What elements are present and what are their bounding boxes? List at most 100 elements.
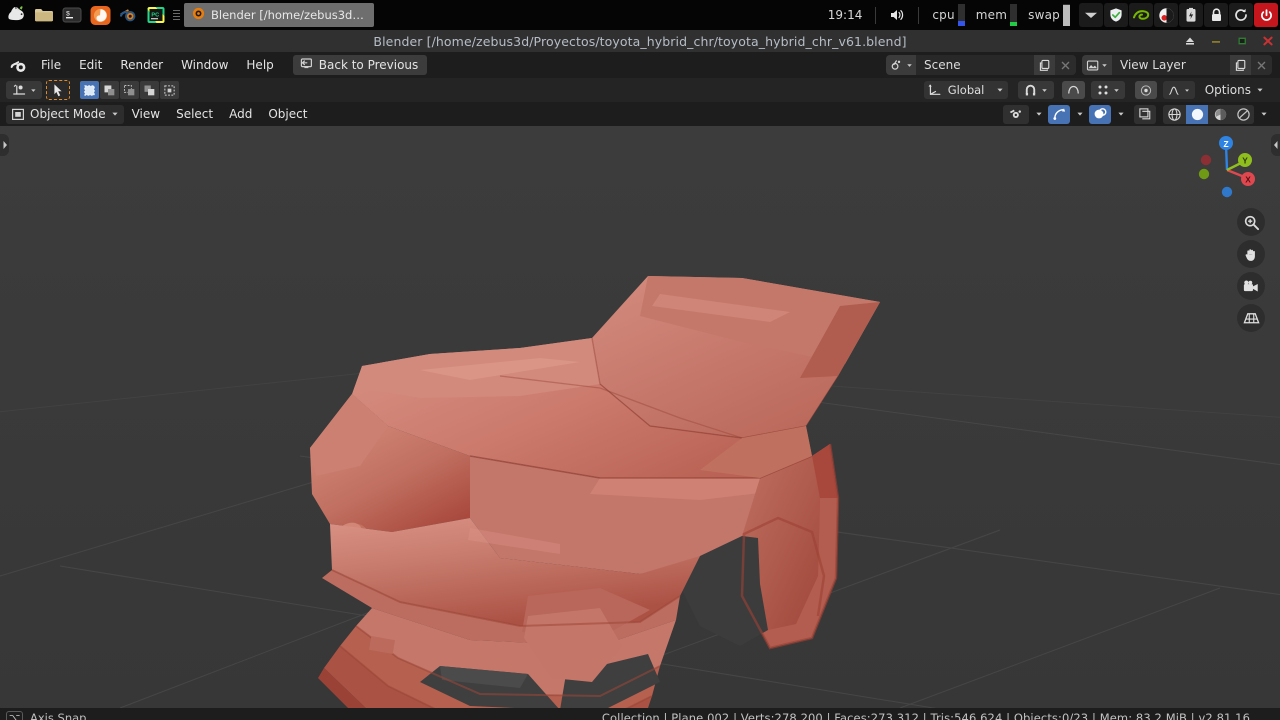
svg-text:$: $ <box>66 11 70 18</box>
viewport-menu-view[interactable]: View <box>124 105 168 123</box>
tool-tweak-select[interactable] <box>46 80 70 100</box>
proportional-edit-toggle[interactable] <box>1061 81 1085 99</box>
clock[interactable]: 19:14 <box>818 8 873 22</box>
rabbit-launcher-icon[interactable] <box>3 2 29 28</box>
shading-material-preview-button[interactable] <box>1209 104 1231 124</box>
select-mode-intersect[interactable] <box>160 81 179 99</box>
view-layer-datablock: View Layer <box>1082 55 1272 75</box>
hand-icon[interactable] <box>1237 240 1265 268</box>
select-mode-set[interactable] <box>80 81 99 99</box>
toggle-xray-button[interactable] <box>1134 104 1156 124</box>
show-gizmo-toggle[interactable] <box>1048 104 1070 124</box>
workspace-back-icon <box>299 57 313 73</box>
sync-icon[interactable] <box>1229 3 1253 27</box>
shading-rendered-button[interactable] <box>1232 104 1254 124</box>
scene-name-field[interactable]: Scene <box>916 55 1034 75</box>
cpu-monitor-bar <box>957 4 965 26</box>
viewport-menu-object[interactable]: Object <box>260 105 315 123</box>
shading-solid-button[interactable] <box>1186 104 1208 124</box>
transform-pivot-dropdown[interactable] <box>6 81 42 99</box>
key-hint-label: Axis Snap <box>30 711 87 720</box>
swap-monitor[interactable]: swap <box>1018 0 1071 30</box>
back-to-previous-button[interactable]: Back to Previous <box>292 55 428 75</box>
divider <box>875 6 877 24</box>
window-title: Blender [/home/zebus3d/Proyectos/toyota_… <box>373 33 907 49</box>
terminal-icon[interactable]: $ <box>59 2 85 28</box>
firefox-icon[interactable] <box>87 2 113 28</box>
shade-button[interactable] <box>1184 35 1196 47</box>
screen: $ PC Blender [/home/zebus3d/P 19:14 cpu … <box>0 0 1280 720</box>
visibility-chevron-icon[interactable] <box>1032 105 1045 124</box>
viewport-menu-add[interactable]: Add <box>221 105 260 123</box>
viewport-header-right <box>1003 104 1274 124</box>
blender-logo-icon[interactable] <box>6 54 32 76</box>
sidebar-expand-arrow[interactable] <box>1271 134 1280 156</box>
new-scene-button[interactable] <box>1034 55 1055 75</box>
menu-edit[interactable]: Edit <box>70 55 111 75</box>
perspective-grid-icon[interactable] <box>1237 304 1265 332</box>
scene-datablocks: Scene View Layer <box>886 55 1274 75</box>
taskbar-drag-handle[interactable] <box>172 0 181 30</box>
snap-to-dropdown[interactable] <box>1090 81 1125 99</box>
new-view-layer-button[interactable] <box>1230 55 1251 75</box>
battery-icon[interactable] <box>1179 3 1203 27</box>
shading-mode-group <box>1163 104 1254 124</box>
tray-icons <box>1071 3 1278 27</box>
scene-icon[interactable] <box>886 55 916 75</box>
viewport-menu-select[interactable]: Select <box>168 105 221 123</box>
menu-window[interactable]: Window <box>172 55 237 75</box>
view-layer-icon[interactable] <box>1082 55 1112 75</box>
toolbar-expand-arrow[interactable] <box>0 134 9 156</box>
proportional-falloff-dropdown[interactable] <box>1162 81 1195 99</box>
camera-icon[interactable] <box>1237 272 1265 300</box>
blender-titlebar: Blender [/home/zebus3d/Proyectos/toyota_… <box>0 30 1280 52</box>
viewport-grid <box>0 126 1280 708</box>
transform-orientation-dropdown[interactable]: Global <box>923 81 1008 99</box>
view-layer-name-field[interactable]: View Layer <box>1112 55 1230 75</box>
blender-icon[interactable] <box>115 2 141 28</box>
wifi-icon[interactable] <box>1079 3 1103 27</box>
select-mode-invert[interactable] <box>140 81 159 99</box>
snap-magnet-toggle[interactable] <box>1017 81 1054 99</box>
file-manager-icon[interactable] <box>31 2 57 28</box>
scene-datablock: Scene <box>886 55 1076 75</box>
remove-view-layer-button[interactable] <box>1251 55 1272 75</box>
maximize-button[interactable] <box>1236 35 1248 47</box>
power-icon[interactable] <box>1254 3 1278 27</box>
gizmo-chevron-icon[interactable] <box>1073 105 1086 124</box>
swap-monitor-label: swap <box>1028 8 1060 22</box>
interaction-mode-dropdown[interactable]: Object Mode <box>6 104 124 124</box>
navigation-axis-gizmo[interactable]: Z Y X <box>1190 130 1262 202</box>
menu-help[interactable]: Help <box>237 55 282 75</box>
shield-icon[interactable] <box>1104 3 1128 27</box>
minimize-button[interactable] <box>1210 35 1222 47</box>
menu-render[interactable]: Render <box>111 55 172 75</box>
proportional-editing-objects-toggle[interactable] <box>1134 81 1157 99</box>
nvidia-icon[interactable] <box>1129 3 1153 27</box>
pycharm-icon[interactable]: PC <box>143 2 169 28</box>
shading-wireframe-button[interactable] <box>1163 104 1185 124</box>
object-type-visibility-dropdown[interactable] <box>1003 104 1029 124</box>
volume-icon[interactable] <box>879 7 915 23</box>
shading-chevron-icon[interactable] <box>1257 105 1270 124</box>
select-mode-extend[interactable] <box>100 81 119 99</box>
3d-viewport[interactable]: Z Y X <box>0 126 1280 708</box>
overlays-chevron-icon[interactable] <box>1114 105 1127 124</box>
status-bar: ⌥ Axis Snap Collection | Plane.002 | Ver… <box>0 708 1280 720</box>
blender-menubar: File Edit Render Window Help Back to Pre… <box>0 52 1280 78</box>
unlink-scene-button[interactable] <box>1055 55 1076 75</box>
taskbar-window-button[interactable]: Blender [/home/zebus3d/Proyect... <box>184 3 374 27</box>
zoom-icon[interactable] <box>1237 208 1265 236</box>
obs-icon[interactable] <box>1154 3 1178 27</box>
svg-text:PC: PC <box>151 13 159 19</box>
options-dropdown[interactable]: Options <box>1199 81 1270 99</box>
menu-file[interactable]: File <box>32 55 70 75</box>
show-overlays-toggle[interactable] <box>1089 104 1111 124</box>
cpu-monitor[interactable]: cpu <box>922 0 965 30</box>
lock-icon[interactable] <box>1204 3 1228 27</box>
mem-monitor-bar <box>1010 4 1018 26</box>
select-mode-subtract[interactable] <box>120 81 139 99</box>
scene-statistics: Collection | Plane.002 | Verts:278,200 |… <box>601 711 1250 720</box>
close-button[interactable] <box>1262 35 1274 47</box>
mem-monitor[interactable]: mem <box>966 0 1018 30</box>
